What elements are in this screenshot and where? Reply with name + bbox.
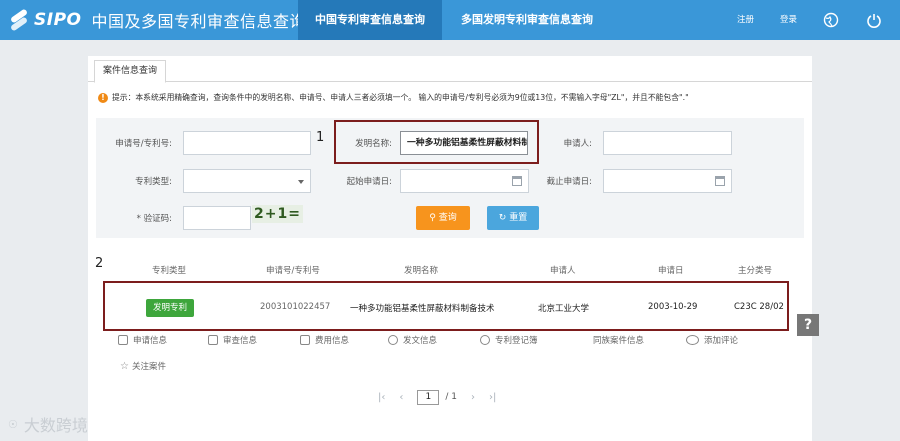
app-no-input[interactable] — [183, 131, 311, 155]
first-page-icon[interactable]: |‹ — [378, 392, 385, 403]
calculator-icon — [300, 335, 310, 345]
applicant-input[interactable] — [603, 131, 732, 155]
search-tip: ! 提示：本系统采用精确查询，查询条件中的发明名称、申请号、申请人三者必须填一个… — [98, 92, 798, 103]
page-total: / 1 — [445, 392, 457, 402]
column-header: 主分类号 — [738, 266, 773, 276]
column-header: 申请号/专利号 — [266, 266, 320, 276]
globe-icon[interactable] — [823, 12, 839, 28]
highlight-box-result-row — [103, 281, 789, 331]
calendar-icon[interactable] — [512, 176, 522, 186]
action-application-info[interactable]: 申请信息 — [118, 334, 167, 346]
logo[interactable]: SIPO 中国及多国专利审查信息查询 — [8, 8, 306, 32]
column-header: 申请人 — [550, 266, 576, 276]
follow-case-label: 关注案件 — [131, 362, 166, 372]
comment-icon — [686, 335, 699, 345]
action-label: 添加评论 — [704, 336, 739, 346]
captcha-image[interactable]: 2+1= — [252, 205, 303, 223]
app-no-label: 申请号/专利号: — [115, 139, 172, 149]
column-header: 专利类型 — [152, 266, 187, 276]
action-examination-info[interactable]: 审查信息 — [208, 334, 257, 346]
watermark-text: 大数跨境 — [23, 416, 88, 435]
help-button[interactable]: ? — [797, 314, 819, 336]
tab-multi-country-patent[interactable]: 多国发明专利审查信息查询 — [442, 0, 612, 40]
search-icon: ⚲ — [429, 213, 436, 223]
top-bar: SIPO 中国及多国专利审查信息查询 中国专利审查信息查询 多国发明专利审查信息… — [0, 0, 900, 40]
login-link[interactable]: 登录 — [780, 0, 797, 40]
annotation-marker-1: 1 — [316, 130, 325, 145]
register-icon — [480, 335, 490, 345]
action-fee-info[interactable]: 费用信息 — [300, 334, 349, 346]
pagination: |‹ ‹ 1 / 1 › ›| — [378, 389, 510, 405]
search-button-label: 查询 — [438, 213, 457, 223]
database-icon — [388, 335, 398, 345]
share-icon: ⠀ — [578, 335, 585, 345]
document-icon — [118, 335, 128, 345]
reset-button-label: 重置 — [509, 213, 528, 223]
action-label: 费用信息 — [315, 336, 350, 346]
follow-case-button[interactable]: ☆ 关注案件 — [120, 360, 166, 373]
row-actions: 申请信息 审查信息 费用信息 发文信息 专利登记簿 ⠀ 同族案件信息 添加评论 — [118, 334, 798, 350]
action-label: 同族案件信息 — [593, 336, 645, 346]
action-label: 专利登记簿 — [495, 336, 538, 346]
next-page-icon[interactable]: › — [471, 392, 475, 403]
action-family-info[interactable]: ⠀ 同族案件信息 — [578, 334, 644, 346]
search-button[interactable]: ⚲ 查询 — [416, 206, 470, 230]
case-query-panel: 案件信息查询 ! 提示：本系统采用精确查询，查询条件中的发明名称、申请号、申请人… — [88, 56, 812, 441]
clipboard-icon — [208, 335, 218, 345]
tab-china-patent[interactable]: 中国专利审查信息查询 — [298, 0, 442, 40]
sipo-logo-icon — [8, 8, 30, 32]
chevron-down-icon — [298, 180, 304, 184]
applicant-label: 申请人: — [563, 139, 592, 149]
last-page-icon[interactable]: ›| — [489, 392, 496, 403]
prev-page-icon[interactable]: ‹ — [399, 392, 403, 403]
page-input[interactable]: 1 — [417, 389, 440, 405]
action-label: 发文信息 — [403, 336, 438, 346]
results-table-header: 专利类型 申请号/专利号 发明名称 申请人 申请日 主分类号 — [98, 258, 798, 280]
calendar-icon[interactable] — [715, 176, 725, 186]
star-icon: ☆ — [120, 360, 129, 372]
register-link[interactable]: 注册 — [737, 0, 754, 40]
captcha-input[interactable] — [183, 206, 251, 230]
end-date-input[interactable] — [603, 169, 732, 193]
action-dispatch-info[interactable]: 发文信息 — [388, 334, 437, 346]
captcha-label: * 验证码: — [136, 214, 172, 224]
warning-icon: ! — [98, 92, 108, 103]
panel-tab-bar: 案件信息查询 — [88, 56, 812, 83]
watermark-logo-icon: ☉ — [8, 417, 18, 431]
action-label: 审查信息 — [223, 336, 258, 346]
watermark: ☉ 大数跨境 — [8, 412, 88, 436]
action-patent-register[interactable]: 专利登记簿 — [480, 334, 538, 346]
column-header: 发明名称 — [404, 266, 439, 276]
brand-name: SIPO — [34, 10, 82, 30]
reset-button[interactable]: ↻ 重置 — [487, 206, 539, 230]
start-date-input[interactable] — [400, 169, 529, 193]
site-title: 中国及多国专利审查信息查询 — [91, 12, 306, 31]
tip-text: 提示：本系统采用精确查询，查询条件中的发明名称、申请号、申请人三者必须填一个。 … — [112, 93, 689, 102]
start-date-label: 起始申请日: — [346, 177, 392, 187]
end-date-label: 截止申请日: — [546, 177, 592, 187]
column-header: 申请日 — [658, 266, 684, 276]
refresh-icon: ↻ — [498, 213, 507, 223]
action-label: 申请信息 — [133, 336, 168, 346]
patent-type-select[interactable] — [183, 169, 311, 193]
power-icon[interactable] — [866, 12, 882, 28]
highlight-box-invention-name — [334, 120, 539, 164]
patent-type-label: 专利类型: — [135, 177, 172, 187]
action-add-comment[interactable]: 添加评论 — [686, 334, 738, 346]
tab-case-info-query[interactable]: 案件信息查询 — [94, 60, 167, 83]
